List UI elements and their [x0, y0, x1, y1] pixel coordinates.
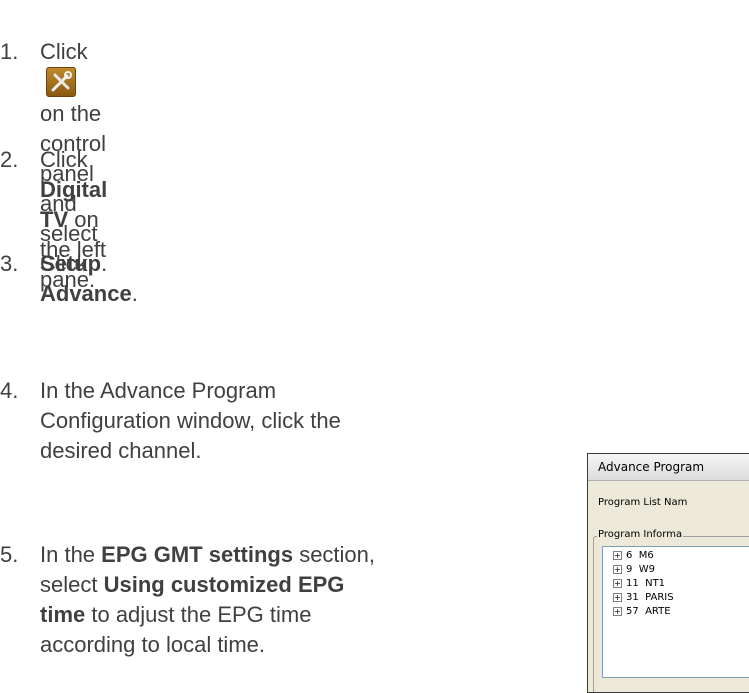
expand-icon[interactable]: + [613, 593, 622, 602]
program-list-label: Program List Nam [598, 497, 688, 508]
tree-item-channel[interactable]: +11 NT1 [613, 577, 665, 591]
window-title: Advance Program [588, 454, 749, 481]
step-bold-text: EPG GMT settings [101, 542, 294, 567]
tools-icon [46, 67, 76, 97]
step-bold-text: time [40, 602, 86, 627]
program-info-label: Program Informa [597, 529, 684, 540]
tree-item-channel[interactable]: +57 ARTE [613, 605, 671, 619]
step-number: 5. [0, 542, 19, 567]
expand-icon[interactable]: + [613, 551, 622, 560]
expand-icon[interactable]: + [613, 565, 622, 574]
expand-icon[interactable]: + [613, 607, 622, 616]
step-text: Click [40, 39, 88, 64]
expand-icon[interactable]: + [613, 579, 622, 588]
step-bold-text: Using customized EPG [103, 572, 345, 597]
step-number: 4. [0, 378, 19, 403]
channel-tree[interactable]: +6 M6 +9 W9 +11 NT1 +31 PARIS +57 ARTE [602, 546, 749, 678]
step-number: 2. [0, 147, 19, 172]
tree-item-channel[interactable]: +31 PARIS [613, 591, 674, 605]
tree-item-channel[interactable]: +9 W9 [613, 563, 655, 577]
step-number: 3. [0, 251, 19, 276]
advance-program-window: Advance Program Program List Nam Program… [587, 453, 749, 693]
step-bold-text: Advance [40, 281, 132, 306]
tree-item-channel[interactable]: +6 M6 [613, 549, 654, 563]
step-number: 1. [0, 39, 19, 64]
